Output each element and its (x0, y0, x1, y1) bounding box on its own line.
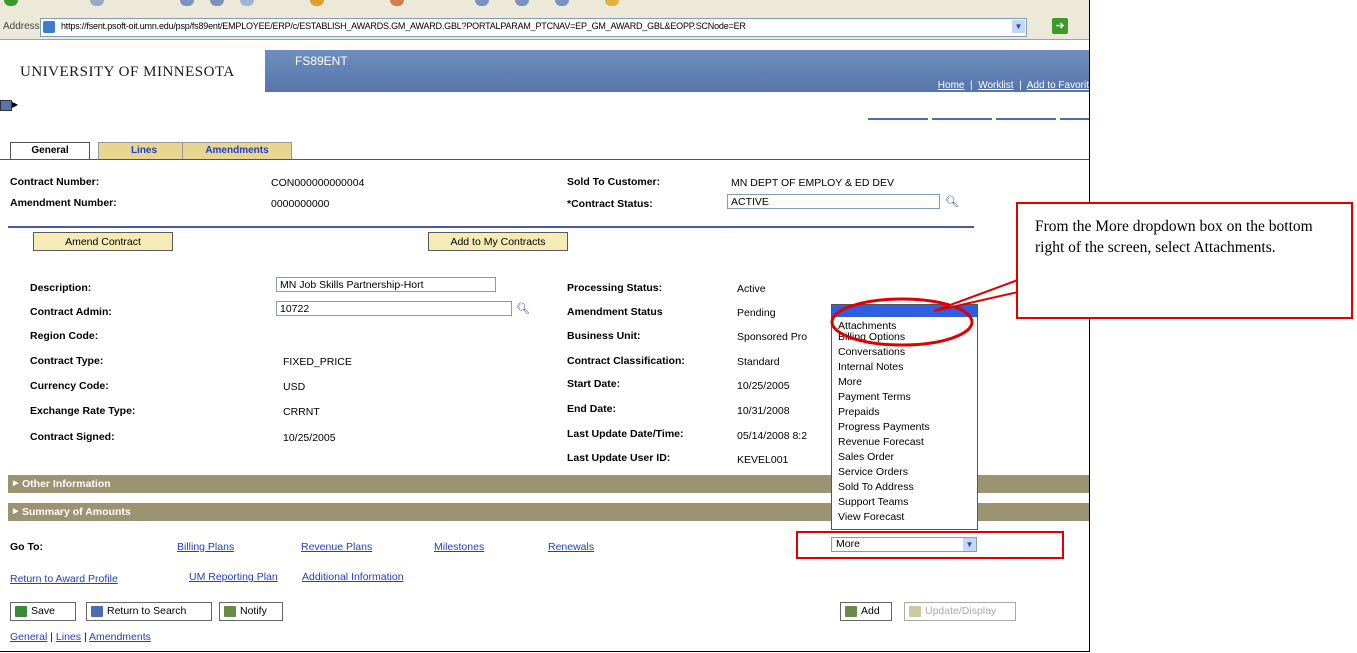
callout-pointer (933, 278, 1019, 312)
instruction-callout: From the More dropdown box on the bottom… (1016, 202, 1353, 319)
more-select-highlight (796, 531, 1064, 559)
annotation-overlay (830, 278, 1019, 347)
callout-text: From the More dropdown box on the bottom… (1035, 218, 1313, 256)
